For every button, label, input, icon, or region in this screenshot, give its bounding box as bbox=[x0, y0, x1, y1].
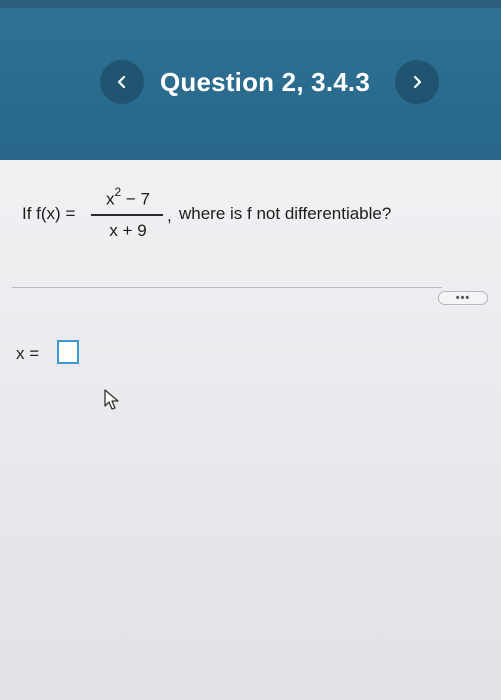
question-comma: , bbox=[167, 206, 172, 225]
fraction: x2 − 7 x + 9 bbox=[87, 185, 169, 247]
answer-input-box[interactable] bbox=[57, 340, 79, 364]
next-question-button[interactable] bbox=[395, 60, 439, 104]
section-divider bbox=[12, 287, 442, 288]
more-options-button[interactable]: ••• bbox=[438, 291, 488, 305]
fraction-denominator: x + 9 bbox=[109, 221, 147, 240]
mouse-cursor-icon bbox=[103, 389, 121, 416]
fraction-numerator: x2 − 7 bbox=[87, 185, 169, 210]
chevron-right-icon bbox=[410, 75, 424, 89]
question-title: Question 2, 3.4.3 bbox=[159, 67, 371, 97]
question-content-area bbox=[0, 160, 501, 700]
chevron-left-icon bbox=[115, 75, 129, 89]
question-text: where is f not differentiable? bbox=[179, 204, 392, 223]
top-strip bbox=[0, 0, 501, 8]
function-lhs: If f(x) = bbox=[22, 204, 76, 223]
previous-question-button[interactable] bbox=[100, 60, 144, 104]
question-header: Question 2, 3.4.3 bbox=[0, 0, 501, 160]
fraction-bar bbox=[91, 214, 163, 216]
numerator-exponent: 2 bbox=[114, 185, 122, 199]
answer-label: x = bbox=[16, 344, 40, 363]
numerator-rest: − 7 bbox=[121, 189, 151, 209]
